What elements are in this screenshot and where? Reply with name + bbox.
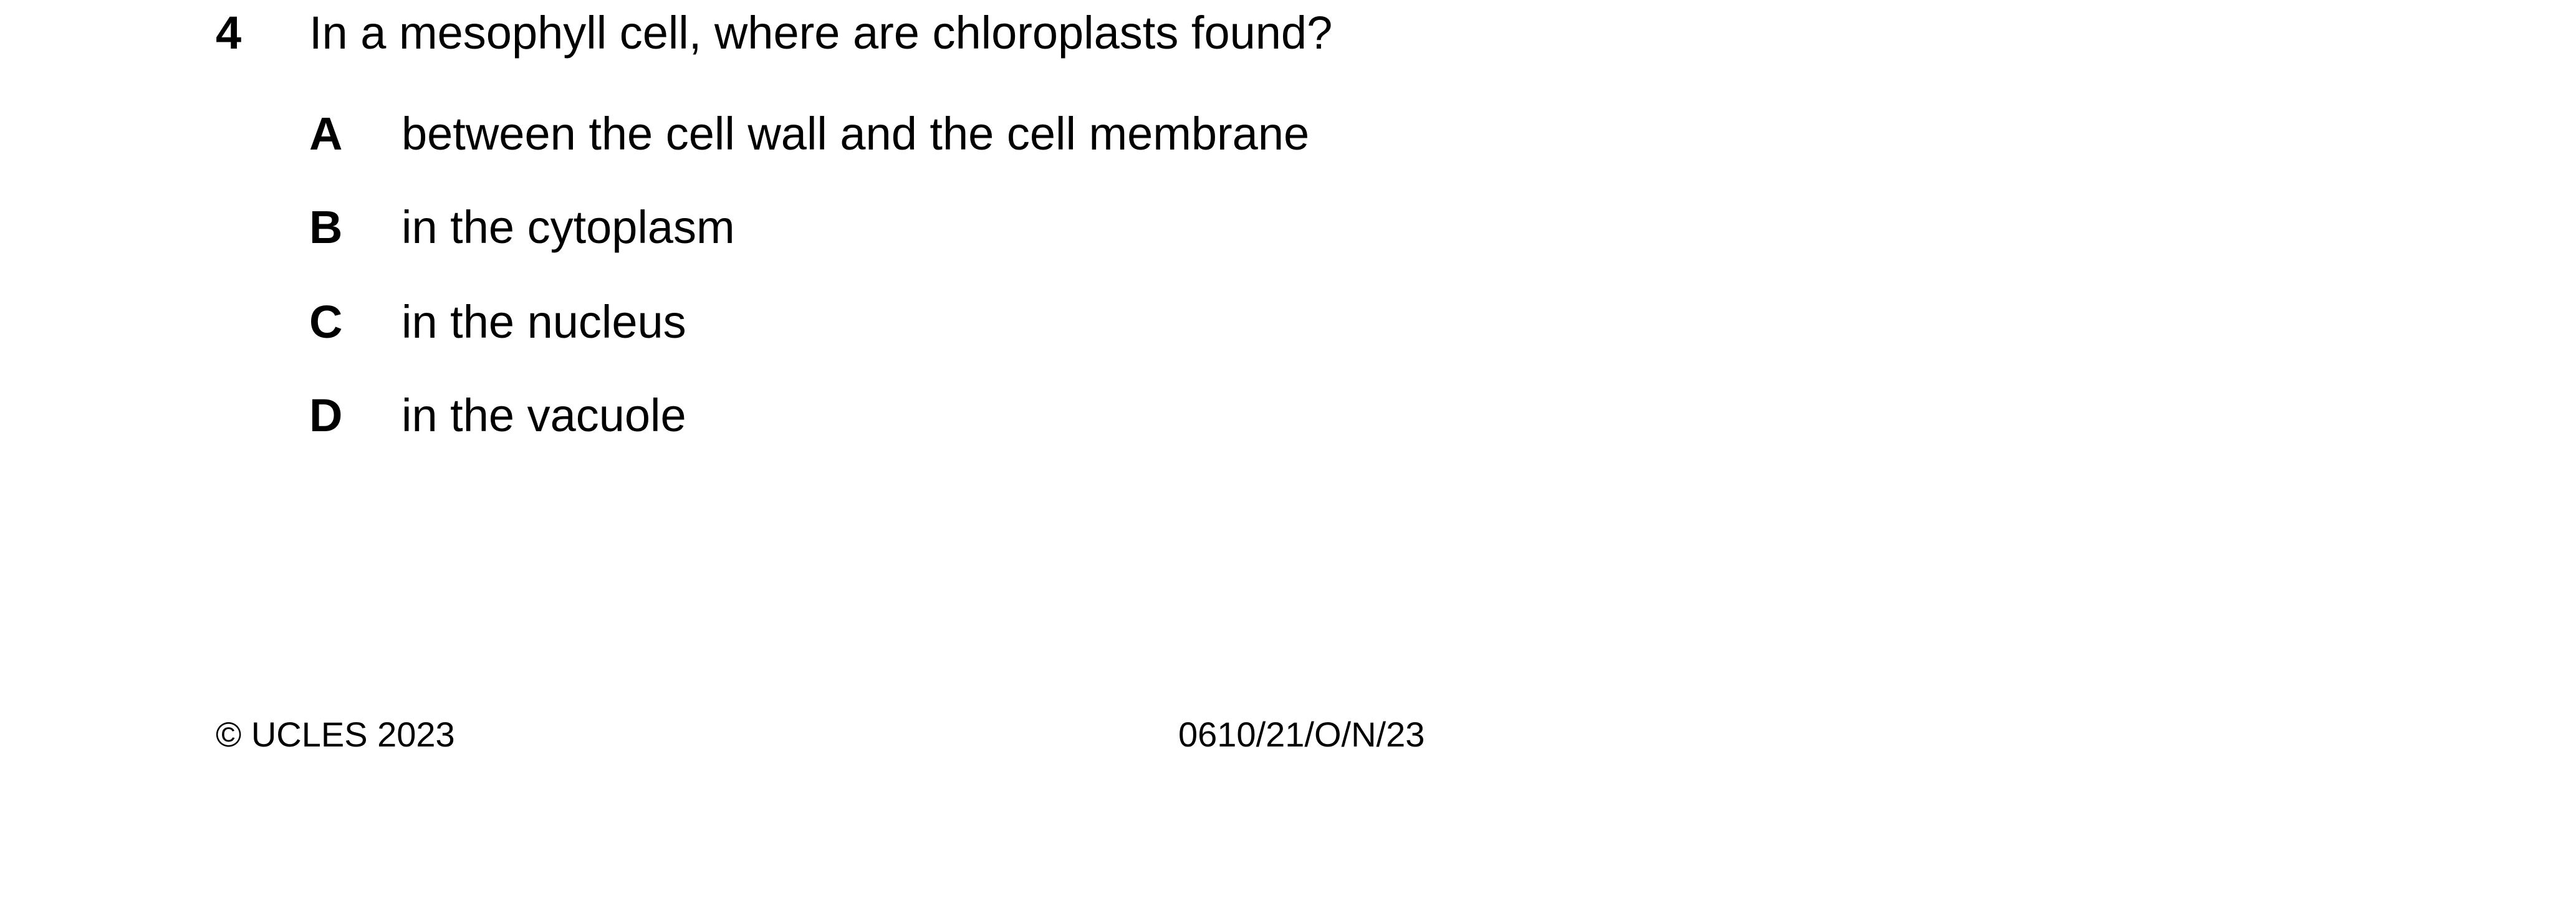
question-number: 4 <box>216 7 242 59</box>
option-letter: C <box>309 296 343 348</box>
paper-code: 0610/21/O/N/23 <box>1178 715 1425 754</box>
question-text: In a mesophyll cell, where are chloropla… <box>309 7 1333 59</box>
option-letter: A <box>309 108 343 160</box>
option-letter: D <box>309 389 343 441</box>
exam-page: 4 In a mesophyll cell, where are chlorop… <box>0 0 2576 906</box>
option-text: in the vacuole <box>401 389 686 441</box>
option-text: in the nucleus <box>401 296 686 348</box>
option-text: between the cell wall and the cell membr… <box>401 108 1310 160</box>
copyright-notice: © UCLES 2023 <box>216 715 455 754</box>
option-letter: B <box>309 201 343 253</box>
option-text: in the cytoplasm <box>401 201 735 253</box>
